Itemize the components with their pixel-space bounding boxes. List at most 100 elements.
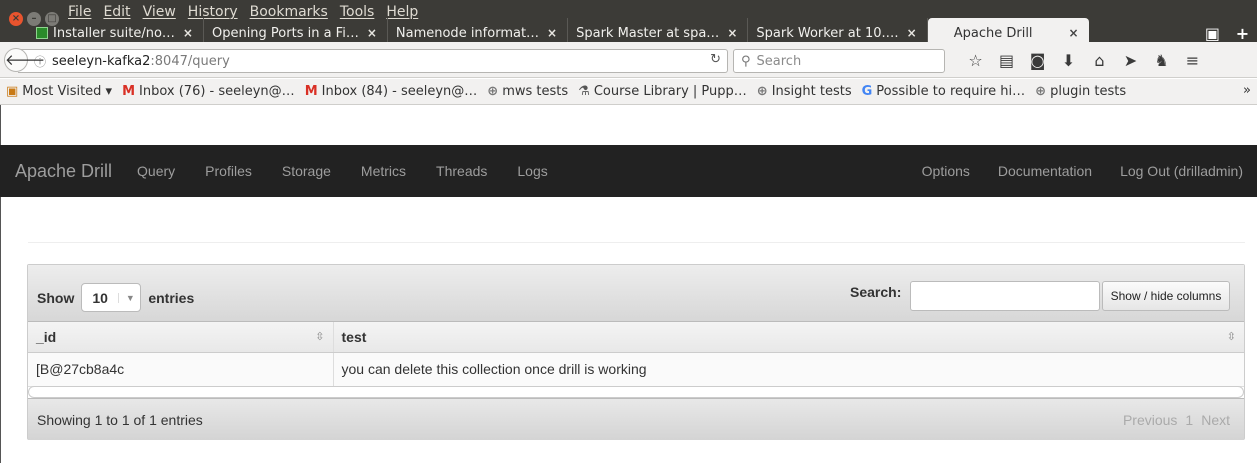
tab-label: Opening Ports in a Fi… [211,25,359,41]
cell-test: you can delete this collection once dril… [332,352,1244,387]
back-button[interactable]: 🡐 [4,48,45,72]
sort-icon: ⇳ [315,331,325,343]
reading-list-icon[interactable]: ▤ [991,50,1022,72]
share-icon[interactable]: ➤ [1115,50,1146,72]
tab-label: Apache Drill [953,25,1033,41]
length-control: Show 10 ▼ entries [37,283,194,312]
search-placeholder: Search [756,53,802,69]
bookmark-insight-tests[interactable]: ⊕ Insight tests [757,84,852,99]
search-icon: ⚲ [741,53,751,69]
show-hide-columns-button[interactable]: Show / hide columns [1102,281,1230,311]
page-length-value: 10 [92,289,108,306]
bookmark-possible-require[interactable]: G Possible to require hi… [862,84,1026,99]
nav-threads[interactable]: Threads [421,163,502,179]
window-close-icon[interactable]: × [9,12,23,26]
extension-icon[interactable]: ♞ [1146,50,1177,72]
tab-label: Spark Worker at 10.… [756,25,899,41]
divider [28,242,1245,243]
bookmark-label: Insight tests [771,84,852,99]
table-search-input[interactable] [910,281,1100,311]
table-toolbar: Show 10 ▼ entries Search: Show / hide co… [28,265,1244,322]
bookmark-label: Most Visited ▾ [22,84,113,99]
entries-label: entries [148,289,195,306]
drill-navbar: Apache Drill Query Profiles Storage Metr… [0,145,1257,197]
bookmark-plugin-tests[interactable]: ⊕ plugin tests [1035,84,1126,99]
nav-profiles[interactable]: Profiles [190,163,267,179]
tab-list-icon[interactable]: ▣ [1205,24,1220,43]
show-label: Show [37,289,75,306]
nav-logs[interactable]: Logs [502,163,562,179]
drill-nav-links: Query Profiles Storage Metrics Threads L… [122,163,563,179]
tab-label: Installer suite/no… [53,25,175,41]
chevron-down-icon: ▼ [117,292,135,303]
nav-documentation[interactable]: Documentation [984,163,1106,179]
table-info: Showing 1 to 1 of 1 entries [37,412,203,428]
flask-icon: ⚗ [578,84,590,99]
drill-nav-right: Options Documentation Log Out (drilladmi… [908,163,1257,179]
pagination: Previous 1 Next [1123,412,1230,428]
browser-search-input[interactable]: ⚲ Search [733,49,945,73]
globe-icon: ⊕ [487,84,499,99]
bookmark-mws-tests[interactable]: ⊕ mws tests [487,84,568,99]
search-label: Search: [850,284,902,300]
close-tab-icon[interactable]: × [727,26,737,40]
bookmark-label: plugin tests [1050,84,1127,99]
close-tab-icon[interactable]: × [183,26,193,40]
url-path: :8047/query [150,53,230,69]
drill-brand[interactable]: Apache Drill [15,161,112,182]
next-button[interactable]: Next [1201,412,1230,428]
nav-query[interactable]: Query [122,163,190,179]
results-table: _id ⇳ test ⇳ [B@27cb8a4c you can delete … [28,322,1244,387]
column-header-test[interactable]: test ⇳ [332,322,1244,353]
tab-strip-actions: ▣ + [1197,24,1257,43]
navigation-toolbar: ⓘ seeleyn-kafka2 :8047/query ↻ 🡐 ⚲ Searc… [0,42,1257,78]
nav-metrics[interactable]: Metrics [346,163,421,179]
globe-icon: ⊕ [756,84,768,99]
tab-label: Spark Master at spa… [576,25,720,41]
bookmark-inbox-76[interactable]: M Inbox (76) - seeleyn@… [122,84,295,99]
close-tab-icon[interactable]: × [547,26,557,40]
nav-logout[interactable]: Log Out (drilladmin) [1106,163,1257,179]
bookmark-label: Possible to require hi… [876,84,1026,99]
bookmark-inbox-84[interactable]: M Inbox (84) - seeleyn@… [305,84,478,99]
toolbar-icons: ☆ ▤ ◙ ⬇ ⌂ ➤ ♞ ≡ [960,50,1208,72]
previous-button[interactable]: Previous [1123,412,1177,428]
hamburger-menu-icon[interactable]: ≡ [1177,50,1208,72]
bookmark-star-icon[interactable]: ☆ [960,50,991,72]
bookmark-most-visited[interactable]: ▣ Most Visited ▾ [6,84,112,99]
reload-icon[interactable]: ↻ [710,52,721,67]
pocket-icon[interactable]: ◙ [1022,50,1053,72]
bookmark-course-library[interactable]: ⚗ Course Library | Pupp… [578,84,747,99]
close-tab-icon[interactable]: × [1069,26,1079,40]
nav-options[interactable]: Options [908,163,984,179]
tab-label: Namenode informat… [395,25,540,41]
url-bar[interactable]: ⓘ seeleyn-kafka2 :8047/query ↻ [18,49,728,73]
gmail-icon: M [304,84,318,99]
page-length-select[interactable]: 10 ▼ [81,283,142,312]
column-header-label: _id [36,328,57,345]
close-tab-icon[interactable]: × [907,26,917,40]
bookmark-label: Inbox (84) - seeleyn@… [321,84,478,99]
google-icon: G [861,84,873,99]
download-icon[interactable]: ⬇ [1053,50,1084,72]
table-footer: Showing 1 to 1 of 1 entries Previous 1 N… [28,398,1244,440]
horizontal-scrollbar[interactable] [28,386,1244,398]
url-host: seeleyn-kafka2 [52,53,151,69]
sort-icon: ⇳ [1226,331,1236,343]
nav-storage[interactable]: Storage [267,163,346,179]
results-table-wrapper: Show 10 ▼ entries Search: Show / hide co… [27,264,1245,440]
table-row: [B@27cb8a4c you can delete this collecti… [28,352,1244,387]
chevron-right-icon[interactable]: » [1243,83,1251,98]
bookmark-label: Inbox (76) - seeleyn@… [139,84,295,99]
bookmark-label: Course Library | Pupp… [593,84,747,99]
gmail-icon: M [122,84,136,99]
new-tab-icon[interactable]: + [1236,24,1249,43]
column-header-id[interactable]: _id ⇳ [28,322,333,353]
folder-icon: ▣ [6,84,19,99]
window-titlebar: × – □ File Edit View History Bookmarks T… [0,0,1257,48]
page-1-button[interactable]: 1 [1185,412,1193,428]
close-tab-icon[interactable]: × [367,26,377,40]
tab-strip: Installer suite/no… × Opening Ports in a… [28,18,1089,48]
bookmark-label: mws tests [502,84,569,99]
home-icon[interactable]: ⌂ [1084,50,1115,72]
